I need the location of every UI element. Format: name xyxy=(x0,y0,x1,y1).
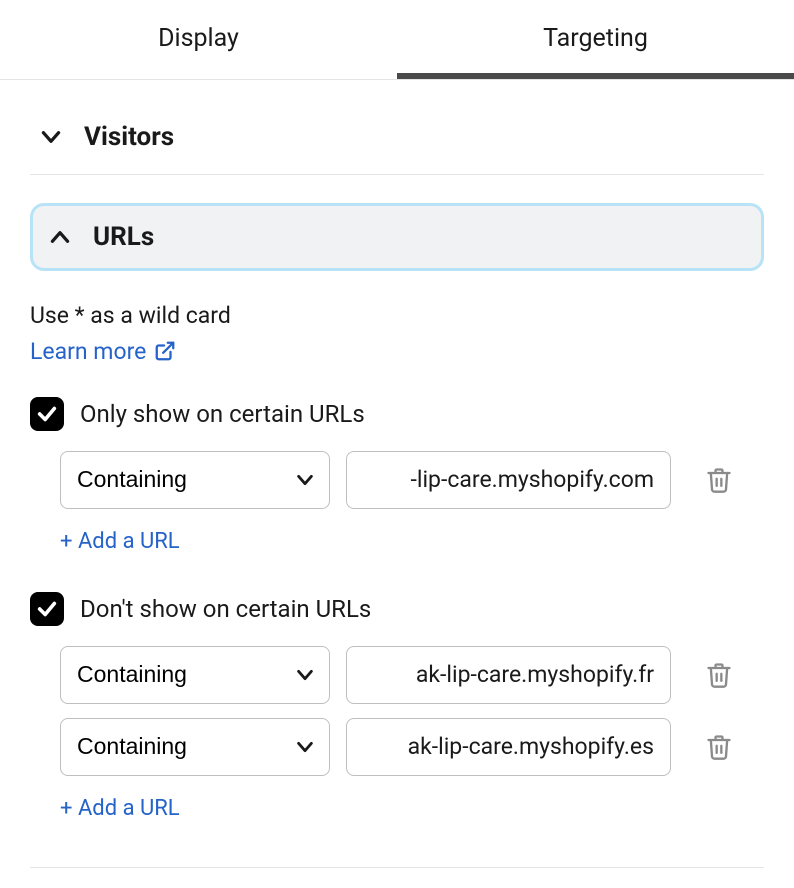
accordion-urls: URLs Use * as a wild card Learn more Onl… xyxy=(30,203,764,868)
only-show-group: Only show on certain URLs + Add a URL xyxy=(30,397,764,560)
tab-targeting[interactable]: Targeting xyxy=(397,0,794,79)
tabs: Display Targeting xyxy=(0,0,794,80)
trash-icon[interactable] xyxy=(705,661,733,689)
dont-show-add-url[interactable]: + Add a URL xyxy=(60,796,180,821)
divider xyxy=(30,867,764,868)
dont-show-group: Don't show on certain URLs xyxy=(30,592,764,827)
only-show-rule-0-operator-wrap xyxy=(60,451,330,509)
dont-show-rule-0-operator-wrap xyxy=(60,646,330,704)
only-show-rule-0-url[interactable] xyxy=(346,451,671,509)
dont-show-rule-1-url[interactable] xyxy=(346,718,671,776)
only-show-checkbox[interactable] xyxy=(30,397,64,431)
learn-more-label: Learn more xyxy=(30,338,146,365)
dont-show-rule-0-url[interactable] xyxy=(346,646,671,704)
wildcard-hint: Use * as a wild card xyxy=(30,299,764,334)
accordion-visitors-title: Visitors xyxy=(84,122,174,152)
dont-show-rule-1-operator-wrap xyxy=(60,718,330,776)
only-show-rule-0-operator[interactable] xyxy=(60,451,330,509)
learn-more-link[interactable]: Learn more xyxy=(30,338,176,365)
trash-icon[interactable] xyxy=(705,466,733,494)
accordion-urls-title: URLs xyxy=(93,222,154,252)
only-show-rule-0 xyxy=(60,451,764,509)
chevron-down-icon xyxy=(38,124,64,150)
dont-show-rule-1-operator[interactable] xyxy=(60,718,330,776)
only-show-label: Only show on certain URLs xyxy=(80,400,365,428)
dont-show-rule-0-operator[interactable] xyxy=(60,646,330,704)
only-show-add-url[interactable]: + Add a URL xyxy=(60,529,180,554)
trash-icon[interactable] xyxy=(705,733,733,761)
external-link-icon xyxy=(154,340,176,362)
check-icon xyxy=(36,598,58,620)
dont-show-label: Don't show on certain URLs xyxy=(80,595,371,623)
accordion-urls-header[interactable]: URLs xyxy=(30,203,764,271)
only-show-toggle-row: Only show on certain URLs xyxy=(30,397,764,431)
dont-show-rule-1 xyxy=(60,718,764,776)
dont-show-rule-0 xyxy=(60,646,764,704)
chevron-up-icon xyxy=(47,224,73,250)
check-icon xyxy=(36,403,58,425)
accordion-visitors-header[interactable]: Visitors xyxy=(30,108,764,175)
dont-show-rules: + Add a URL xyxy=(30,646,764,827)
only-show-rules: + Add a URL xyxy=(30,451,764,560)
targeting-panel: Visitors URLs Use * as a wild card Learn… xyxy=(0,108,794,888)
dont-show-toggle-row: Don't show on certain URLs xyxy=(30,592,764,626)
dont-show-checkbox[interactable] xyxy=(30,592,64,626)
tab-display[interactable]: Display xyxy=(0,0,397,79)
accordion-visitors: Visitors xyxy=(30,108,764,175)
